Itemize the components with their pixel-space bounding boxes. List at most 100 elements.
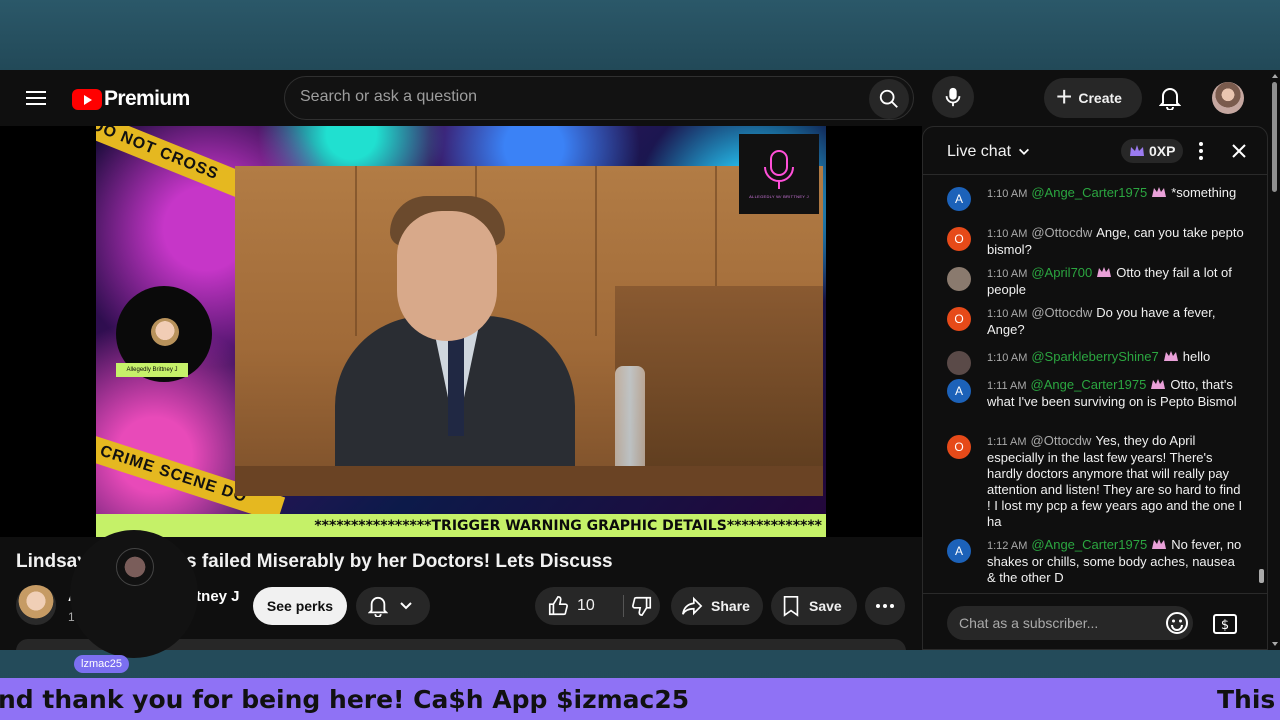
video-frame: DO NOT CROSS CRIME SCENE DO ALLEGEDLY W/… <box>96 126 826 537</box>
chevron-down-icon <box>400 602 412 610</box>
chat-avatar[interactable]: O <box>947 307 971 331</box>
chat-message: O 1:11 AM @Ottocdw Yes, they do April espe… <box>947 433 1247 530</box>
podcast-logo-badge: ALLEGEDLY W/ BRITTNEY J <box>739 134 819 214</box>
channel-avatar[interactable] <box>16 585 56 625</box>
member-badge-icon <box>1163 351 1178 361</box>
ticker-text-next: This c <box>1217 685 1280 714</box>
search-button[interactable] <box>869 79 909 119</box>
create-label: Create <box>1078 90 1122 106</box>
see-perks-button[interactable]: See perks <box>253 587 347 625</box>
emoji-button[interactable] <box>1165 611 1189 635</box>
chat-avatar[interactable]: O <box>947 227 971 251</box>
chat-avatar[interactable]: A <box>947 187 971 211</box>
ticker-text: nd thank you for being here! Ca$h App $i… <box>0 685 690 714</box>
close-icon <box>1232 144 1246 158</box>
witness-bench <box>615 286 823 496</box>
save-button[interactable]: Save <box>771 587 857 625</box>
chat-close-button[interactable] <box>1227 139 1251 163</box>
chevron-down-icon <box>1019 148 1030 155</box>
logo-text: Premium <box>104 87 190 110</box>
youtube-play-icon <box>72 88 102 110</box>
more-horizontal-icon <box>876 604 894 608</box>
chat-avatar[interactable]: O <box>947 435 971 459</box>
chat-avatar[interactable] <box>947 267 971 291</box>
live-chat-title: Live chat <box>947 143 1012 160</box>
youtube-window: Premium + Create DO NOT CROSS CRIME SCEN… <box>0 70 1280 650</box>
chat-author[interactable]: @Ottocdw <box>1031 225 1092 240</box>
desktop-background-top <box>0 0 1280 70</box>
more-vertical-icon <box>1199 142 1203 160</box>
member-badge-icon <box>1097 267 1112 277</box>
chat-input-row: $ <box>923 593 1267 649</box>
chat-message: 1:10 AM @April700 Otto they fail a lot of … <box>947 265 1247 298</box>
host-name-tag: Allegedly Brittney J <box>116 363 188 377</box>
smiley-icon <box>1166 612 1188 634</box>
more-actions-button[interactable] <box>865 587 905 625</box>
chat-message: O 1:10 AM @Ottocdw Ange, can you take pept… <box>947 225 1247 258</box>
hamburger-menu-icon[interactable] <box>22 87 50 109</box>
like-button[interactable]: 10 <box>535 587 623 625</box>
xp-badge[interactable]: 0XP <box>1121 139 1184 163</box>
chat-author[interactable]: @Ange_Carter1975 <box>1031 185 1147 200</box>
live-chat-panel: Live chat 0XP A 1:10 AM @Ange_Carter1975 *… <box>922 126 1268 650</box>
chat-avatar[interactable] <box>947 351 971 375</box>
chat-avatar[interactable]: A <box>947 539 971 563</box>
share-label: Share <box>711 598 750 614</box>
chat-scrollbar[interactable] <box>1259 179 1265 587</box>
youtube-premium-logo[interactable]: Premium <box>72 87 190 111</box>
share-icon <box>682 596 703 616</box>
podcast-microphone-icon <box>764 150 794 189</box>
dollar-icon: $ <box>1213 614 1237 634</box>
bell-icon <box>1159 88 1181 110</box>
account-avatar[interactable] <box>1212 82 1244 114</box>
search-box <box>284 76 914 120</box>
search-icon <box>879 89 898 108</box>
live-chat-mode-dropdown[interactable]: Live chat <box>947 143 1031 161</box>
dislike-button[interactable] <box>624 587 660 625</box>
scroll-down-arrow-icon[interactable] <box>1272 642 1278 646</box>
search-input[interactable] <box>300 88 860 106</box>
chat-author[interactable]: @Ottocdw <box>1031 433 1092 448</box>
chat-author[interactable]: @April700 <box>1031 265 1092 280</box>
page-scroll-thumb[interactable] <box>1272 82 1277 192</box>
chat-input[interactable] <box>947 606 1193 640</box>
stream-overlay-username: lzmac25 <box>74 655 129 673</box>
create-button[interactable]: + Create <box>1044 78 1142 118</box>
chat-more-button[interactable] <box>1189 139 1213 163</box>
chat-author[interactable]: @SparkleberryShine7 <box>1031 349 1158 364</box>
member-badge-icon <box>1151 379 1166 389</box>
chat-message: A 1:11 AM @Ange_Carter1975 Otto, that's wh… <box>947 377 1247 410</box>
page-scrollbar[interactable] <box>1270 70 1280 650</box>
notifications-button[interactable] <box>1154 82 1186 114</box>
xp-value: 0XP <box>1149 143 1176 159</box>
water-bottle <box>615 366 645 476</box>
scroll-up-arrow-icon[interactable] <box>1272 74 1278 78</box>
microphone-icon <box>945 87 961 107</box>
super-chat-button[interactable]: $ <box>1211 610 1239 638</box>
video-player[interactable]: DO NOT CROSS CRIME SCENE DO ALLEGEDLY W/… <box>0 126 922 537</box>
notification-settings-button[interactable] <box>356 587 430 625</box>
voice-search-button[interactable] <box>932 76 974 118</box>
chat-message: O 1:10 AM @Ottocdw Do you have a fever, An… <box>947 305 1247 338</box>
crime-tape-top: DO NOT CROSS <box>96 126 255 201</box>
masthead: Premium + Create <box>0 70 1270 126</box>
member-badge-icon <box>1152 539 1167 549</box>
chat-text: *something <box>1171 185 1237 200</box>
trigger-warning-banner: ****************TRIGGER WARNING GRAPHIC … <box>96 514 826 537</box>
chat-author[interactable]: @Ottocdw <box>1031 305 1092 320</box>
chat-text: hello <box>1182 349 1211 364</box>
badge-brand-text: ALLEGEDLY W/ BRITTNEY J <box>749 194 809 199</box>
crown-icon <box>1130 145 1144 156</box>
stream-ticker-banner: nd thank you for being here! Ca$h App $i… <box>0 678 1280 720</box>
chat-author[interactable]: @Ange_Carter1975 <box>1031 377 1147 392</box>
like-count: 10 <box>577 597 595 614</box>
member-badge-icon <box>1152 187 1167 197</box>
thumbs-up-icon <box>548 596 568 616</box>
chat-author[interactable]: @Ange_Carter1975 <box>1031 537 1147 552</box>
live-chat-header: Live chat 0XP <box>923 127 1267 175</box>
courtroom-video-image <box>235 166 823 496</box>
svg-text:$: $ <box>1221 618 1229 633</box>
stream-overlay-avatar <box>70 530 198 658</box>
share-button[interactable]: Share <box>671 587 763 625</box>
chat-avatar[interactable]: A <box>947 379 971 403</box>
